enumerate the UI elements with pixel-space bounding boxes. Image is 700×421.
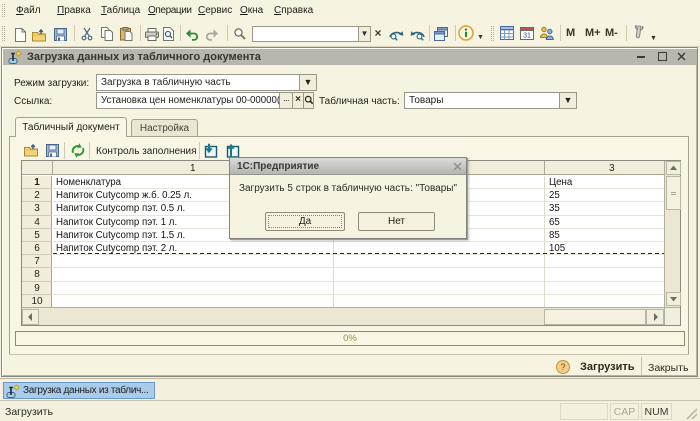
svg-text:31: 31 xyxy=(523,33,531,40)
